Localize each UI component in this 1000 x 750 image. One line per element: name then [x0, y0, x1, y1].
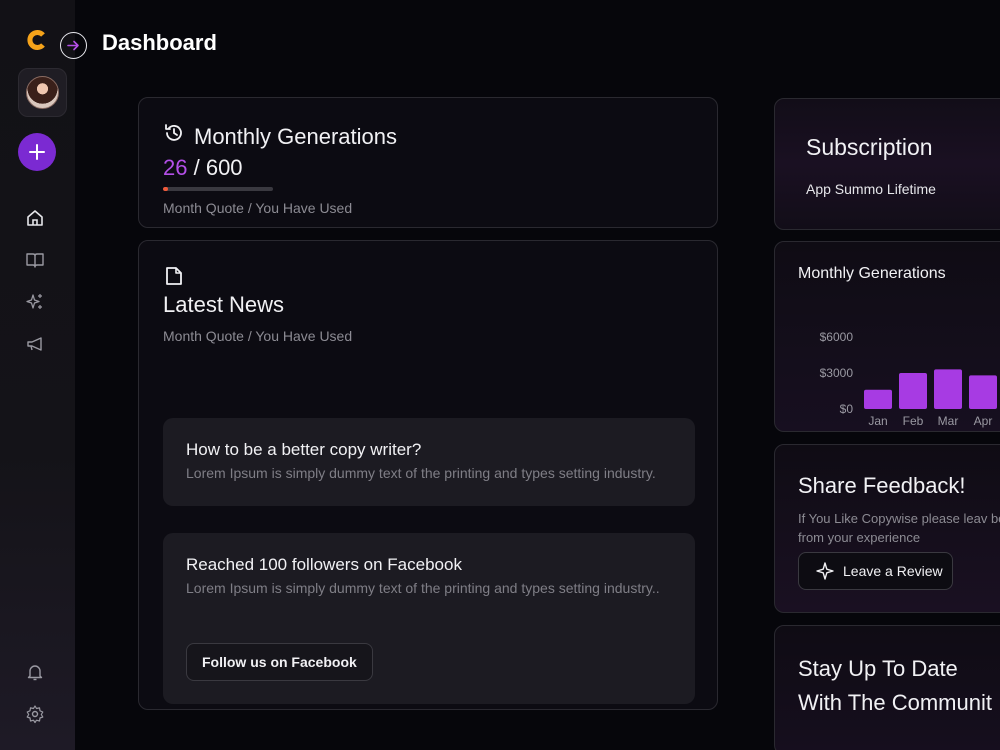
logo[interactable] [26, 30, 48, 50]
bell-icon [27, 665, 43, 681]
share-feedback-card: Share Feedback! If You Like Copywise ple… [774, 444, 1000, 613]
sparkles-icon [26, 294, 42, 309]
avatar [26, 76, 59, 109]
community-title-line1: Stay Up To Date [798, 656, 958, 681]
generations-total: / 600 [193, 155, 243, 180]
chart-bar[interactable] [864, 389, 892, 409]
generations-used: 26 [163, 155, 188, 180]
copywise-logo-icon [27, 30, 45, 50]
avatar-button[interactable] [18, 68, 67, 117]
sparkle-icon [816, 562, 834, 580]
monthly-generations-card: Monthly Generations 26 / 600 Month Quote… [138, 97, 718, 228]
feedback-text: If You Like Copywise please leav benefit… [798, 511, 1000, 545]
latest-news-card: Latest News Month Quote / You Have Used … [138, 240, 718, 710]
news-caption: Month Quote / You Have Used [163, 328, 353, 344]
arrow-right-icon [67, 40, 79, 51]
megaphone-icon [27, 337, 42, 351]
sidebar-item-settings[interactable] [24, 703, 46, 725]
x-tick-label: Feb [903, 414, 924, 428]
community-title: Stay Up To Date With The Communit [798, 652, 992, 710]
generations-title: Monthly Generations [194, 124, 397, 149]
chart-bar[interactable] [934, 369, 962, 409]
generations-caption: Month Quote / You Have Used [163, 200, 353, 216]
community-title-line2: With The Communit [798, 690, 992, 710]
add-button[interactable] [18, 133, 56, 171]
document-icon [166, 267, 182, 285]
leave-review-button[interactable]: Leave a Review [798, 552, 953, 590]
generations-count: 26 / 600 [163, 155, 243, 181]
news-item-text: Lorem Ipsum is simply dummy text of the … [186, 465, 656, 481]
generations-chart-card: Monthly Generations $0 $3000 $6000 Jan Feb Ma… [774, 241, 1000, 432]
home-icon [27, 210, 43, 226]
feedback-title: Share Feedback! [798, 473, 966, 498]
sidebar-item-library[interactable] [24, 249, 46, 271]
plus-icon [29, 144, 45, 160]
news-item[interactable]: How to be a better copy writer? Lorem Ip… [163, 418, 695, 506]
news-item-text: Lorem Ipsum is simply dummy text of the … [186, 580, 660, 596]
generations-bar-chart: $0 $3000 $6000 Jan Feb Mar Apr [820, 330, 997, 428]
chart-bar[interactable] [969, 375, 997, 409]
news-item-title: Reached 100 followers on Facebook [186, 555, 462, 574]
community-card: Stay Up To Date With The Communit [774, 625, 1000, 750]
subscription-card: Subscription App Summo Lifetime [774, 98, 1000, 230]
subscription-plan: App Summo Lifetime [806, 181, 936, 197]
y-tick-label: $6000 [820, 330, 854, 344]
x-tick-label: Mar [938, 414, 959, 428]
gear-icon [26, 705, 44, 724]
subscription-title: Subscription [806, 134, 933, 160]
sidebar-item-announcements[interactable] [24, 333, 46, 355]
sidebar-item-home[interactable] [24, 207, 46, 229]
follow-facebook-button[interactable]: Follow us on Facebook [186, 643, 373, 681]
chart-bar[interactable] [899, 373, 927, 409]
x-tick-label: Apr [974, 414, 993, 428]
y-tick-label: $3000 [820, 366, 854, 380]
book-icon [26, 253, 44, 268]
leave-review-label: Leave a Review [843, 563, 943, 579]
sidebar-item-notifications[interactable] [24, 661, 46, 683]
x-tick-label: Jan [868, 414, 887, 428]
y-tick-label: $0 [840, 402, 854, 416]
collapse-sidebar-button[interactable] [60, 32, 87, 59]
generations-progress-bar [163, 187, 273, 191]
sidebar [0, 0, 75, 750]
news-item-title: How to be a better copy writer? [186, 440, 422, 459]
history-icon [165, 124, 182, 141]
generations-progress-fill [163, 187, 168, 191]
sidebar-item-magic[interactable] [24, 291, 46, 313]
news-item[interactable]: Reached 100 followers on Facebook Lorem … [163, 533, 695, 704]
community-title-wrap: Stay Up To Date With The Communit [775, 626, 1000, 710]
news-title: Latest News [163, 292, 285, 317]
page-title: Dashboard [102, 30, 217, 55]
